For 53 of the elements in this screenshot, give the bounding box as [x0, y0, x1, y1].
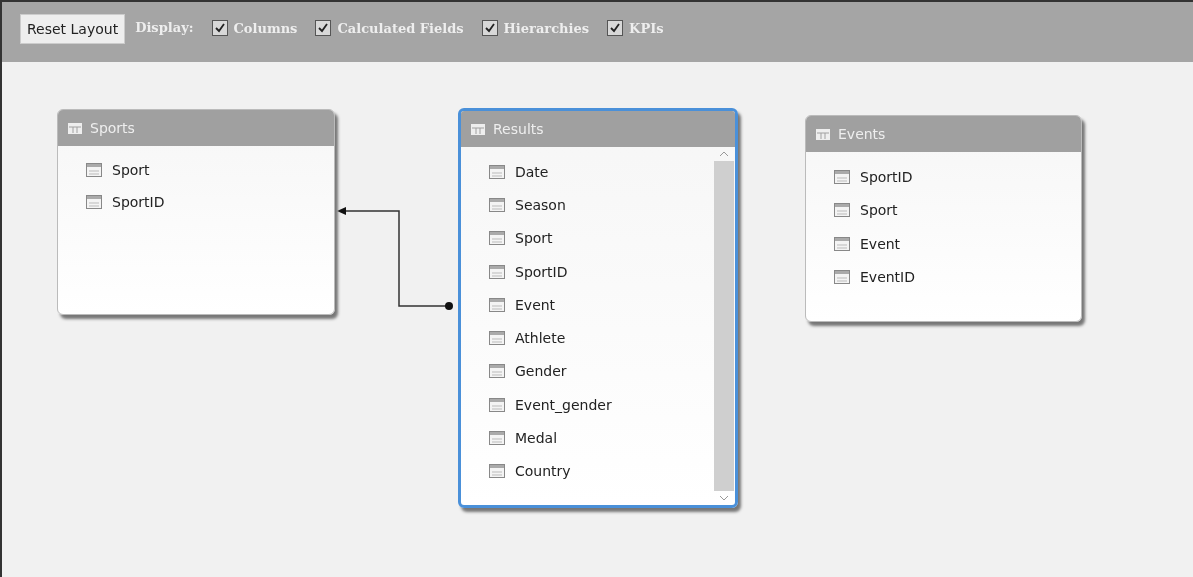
column-name[interactable]: SportID [515, 263, 568, 280]
table-name: Results [493, 121, 544, 137]
table-card[interactable]: Sports Sport SportID [57, 109, 335, 315]
checkbox[interactable] [481, 20, 498, 36]
column-name[interactable]: Event [860, 235, 901, 252]
column-icon [834, 236, 850, 251]
column-icon [489, 331, 505, 346]
column-icon [489, 397, 505, 412]
checkbox[interactable] [211, 20, 228, 36]
column-name[interactable]: Date [515, 163, 549, 180]
scroll-up-icon[interactable] [719, 151, 729, 157]
column-icon [489, 197, 505, 212]
column-icon [489, 364, 505, 379]
option-label: KPIs [629, 20, 664, 36]
column-name[interactable]: Sport [112, 162, 150, 178]
table-name: Sports [90, 120, 135, 136]
column-icon [834, 270, 850, 285]
column-icon [489, 431, 505, 445]
column-icon [86, 195, 102, 209]
table-card[interactable]: Results Date Season Sport SportID Event Athlete Gender Event_gender Medal Country [458, 108, 738, 508]
column-name[interactable]: SportID [112, 194, 165, 210]
column-name[interactable]: Season [515, 196, 566, 213]
column-name[interactable]: Event_gender [515, 396, 612, 413]
column-icon [489, 264, 505, 279]
table-icon [471, 123, 485, 135]
table-icon [816, 128, 830, 140]
reset-layout-button[interactable]: Reset Layout [20, 14, 126, 44]
column-icon [489, 231, 505, 246]
option-label: Calculated Fields [337, 20, 464, 36]
checkbox[interactable] [607, 20, 624, 36]
column-name[interactable]: Gender [515, 363, 567, 380]
column-name[interactable]: EventID [860, 269, 915, 286]
column-name[interactable]: Medal [515, 430, 558, 446]
column-icon [834, 169, 850, 184]
display-label: Display: [135, 20, 194, 35]
column-icon [834, 203, 850, 218]
column-name[interactable]: SportID [860, 168, 913, 185]
table-card[interactable]: Events SportID Sport Event EventID [805, 115, 1082, 322]
column-name[interactable]: Country [515, 463, 571, 480]
option-label: Hierarchies [503, 20, 590, 36]
table-name: Events [838, 126, 886, 142]
table-icon [68, 122, 82, 134]
column-name[interactable]: Sport [515, 230, 553, 247]
column-icon [489, 297, 505, 312]
column-icon [489, 464, 505, 479]
column-name[interactable]: Event [515, 296, 556, 313]
option-label: Columns [233, 20, 298, 36]
checkbox[interactable] [315, 20, 332, 36]
column-icon [489, 164, 505, 179]
column-name[interactable]: Sport [860, 202, 898, 219]
scroll-down-icon[interactable] [719, 495, 729, 501]
column-name[interactable]: Athlete [515, 330, 566, 347]
column-icon [86, 163, 102, 177]
